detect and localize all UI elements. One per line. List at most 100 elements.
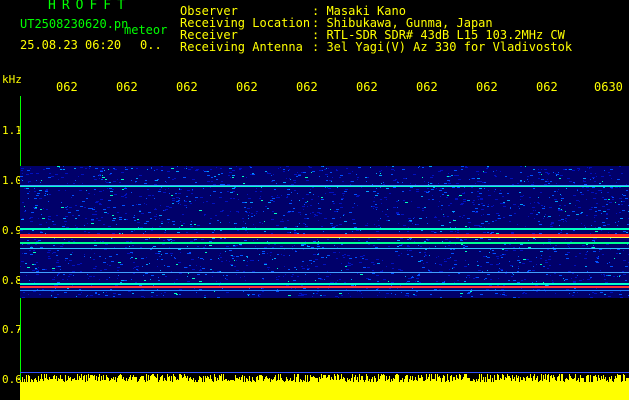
noise-speck — [513, 247, 515, 248]
noise-speck — [594, 293, 597, 294]
noise-speck — [236, 166, 237, 167]
noise-speck — [259, 198, 261, 199]
noise-speck — [149, 238, 150, 239]
antenna-value: : 3el Yagi(V) Az 330 for Vladivostok — [312, 40, 573, 54]
noise-speck — [492, 221, 494, 222]
noise-speck — [143, 233, 144, 234]
noise-speck — [96, 201, 99, 202]
noise-speck — [244, 240, 247, 241]
noise-speck — [150, 279, 151, 280]
noise-speck — [484, 188, 485, 189]
noise-speck — [541, 255, 542, 256]
noise-speck — [252, 271, 255, 272]
noise-speck — [416, 278, 419, 279]
noise-speck — [391, 293, 392, 294]
noise-speck — [457, 187, 460, 188]
noise-speck — [84, 254, 85, 255]
level-bar — [614, 379, 615, 400]
noise-speck — [187, 267, 188, 268]
noise-speck — [301, 266, 303, 267]
level-bar — [101, 376, 102, 400]
level-bar — [172, 382, 173, 400]
noise-speck — [598, 210, 601, 211]
noise-speck — [373, 208, 374, 209]
noise-speck — [229, 222, 230, 223]
noise-speck — [271, 219, 274, 220]
noise-speck — [270, 255, 271, 256]
noise-speck — [102, 168, 104, 169]
level-bar — [581, 378, 582, 400]
noise-speck — [489, 252, 490, 253]
noise-speck — [117, 212, 119, 213]
noise-speck — [318, 278, 321, 279]
level-bar — [529, 378, 530, 400]
noise-speck — [496, 170, 497, 171]
noise-speck — [343, 195, 344, 196]
noise-speck — [586, 215, 588, 216]
noise-speck — [483, 214, 484, 215]
noise-speck — [108, 226, 111, 227]
noise-speck — [109, 256, 112, 257]
noise-speck — [591, 192, 594, 193]
noise-speck — [115, 285, 118, 286]
noise-speck — [247, 294, 250, 295]
noise-speck — [533, 289, 534, 290]
noise-speck — [132, 245, 134, 246]
noise-speck — [517, 224, 518, 225]
level-bar — [515, 381, 516, 400]
noise-speck — [382, 270, 383, 271]
level-bar — [23, 382, 24, 400]
noise-speck — [344, 221, 347, 222]
noise-speck — [432, 195, 433, 196]
noise-speck — [486, 256, 487, 257]
level-bar — [194, 382, 195, 400]
noise-speck — [152, 247, 153, 248]
noise-speck — [211, 177, 213, 178]
level-bar — [286, 377, 287, 400]
noise-speck — [154, 198, 155, 199]
noise-speck — [440, 297, 442, 298]
noise-speck — [431, 231, 434, 232]
noise-speck — [133, 273, 135, 274]
noise-speck — [442, 188, 444, 189]
noise-speck — [541, 205, 543, 206]
noise-speck — [226, 260, 227, 261]
level-bar — [238, 379, 239, 400]
level-bar — [475, 382, 476, 400]
noise-speck — [483, 172, 484, 173]
level-bar — [120, 374, 121, 400]
noise-speck — [327, 176, 328, 177]
noise-speck — [53, 245, 55, 246]
noise-speck — [538, 172, 541, 173]
level-bar — [299, 382, 300, 400]
noise-speck — [277, 254, 279, 255]
noise-speck — [393, 187, 396, 188]
noise-speck — [236, 274, 237, 275]
noise-speck — [65, 173, 68, 174]
noise-speck — [406, 293, 409, 294]
noise-speck — [568, 271, 571, 272]
noise-speck — [260, 191, 262, 192]
noise-speck — [318, 203, 319, 204]
noise-speck — [330, 223, 333, 224]
noise-speck — [325, 174, 328, 175]
noise-speck — [553, 172, 554, 173]
noise-speck — [155, 208, 156, 209]
level-bar — [308, 382, 309, 400]
level-bar — [71, 381, 72, 400]
noise-speck — [441, 225, 444, 226]
noise-speck — [248, 218, 249, 219]
noise-speck — [434, 289, 437, 290]
noise-speck — [348, 293, 349, 294]
noise-speck — [549, 197, 550, 198]
noise-speck — [329, 192, 331, 193]
noise-speck — [251, 216, 253, 217]
noise-speck — [116, 254, 118, 255]
level-bar — [154, 376, 155, 400]
noise-speck — [184, 168, 185, 169]
noise-speck — [257, 249, 258, 250]
noise-speck — [209, 241, 212, 242]
noise-speck — [376, 209, 377, 210]
noise-speck — [220, 168, 222, 169]
noise-speck — [39, 224, 42, 225]
